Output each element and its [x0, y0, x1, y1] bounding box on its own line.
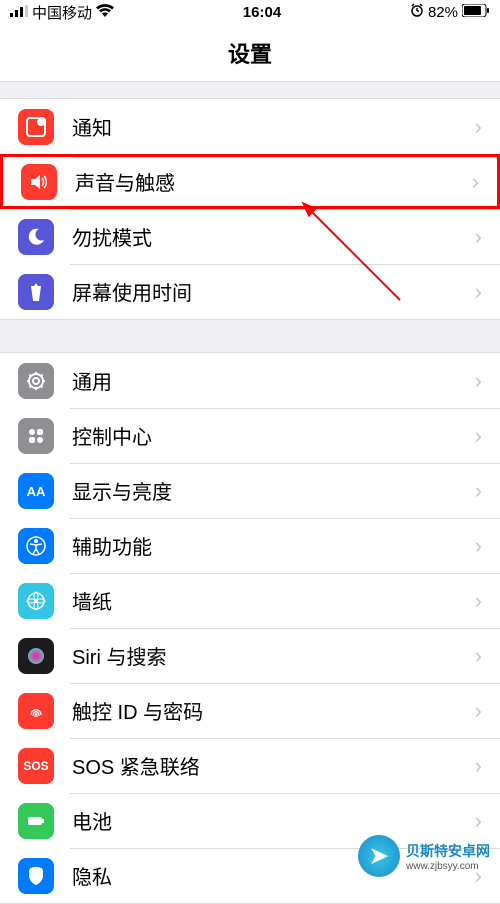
settings-row-label: 通知 — [72, 112, 475, 141]
signal-icon — [10, 4, 28, 21]
status-right: 82% — [410, 3, 490, 21]
accessibility-icon — [18, 528, 54, 564]
battery-icon — [18, 803, 54, 839]
chevron-right-icon: › — [475, 753, 482, 779]
page-title: 设置 — [228, 37, 272, 69]
chevron-right-icon: › — [472, 169, 479, 195]
settings-row-label: 声音与触感 — [75, 167, 472, 196]
wallpaper-icon — [18, 583, 54, 619]
control-center-icon — [18, 418, 54, 454]
settings-row[interactable]: SOS SOS 紧急联络› — [0, 738, 500, 793]
sos-icon: SOS — [18, 748, 54, 784]
battery-text: 82% — [428, 4, 458, 21]
status-time: 16:04 — [243, 4, 281, 21]
chevron-right-icon: › — [475, 808, 482, 834]
carrier-text: 中国移动 — [32, 2, 92, 23]
chevron-right-icon: › — [475, 588, 482, 614]
dnd-icon — [18, 219, 54, 255]
settings-row[interactable]: AA 显示与亮度› — [0, 463, 500, 518]
settings-group: 通用›控制中心›AA显示与亮度›辅助功能›墙纸›Siri 与搜索›触控 ID 与… — [0, 352, 500, 904]
settings-row[interactable]: 通知› — [0, 99, 500, 154]
status-left: 中国移动 — [10, 2, 114, 23]
watermark-badge: ➤ — [358, 835, 400, 877]
settings-row-label: 控制中心 — [72, 421, 475, 450]
settings-row-label: 辅助功能 — [72, 531, 475, 560]
status-bar: 中国移动 16:04 82% — [0, 0, 500, 24]
svg-text:AA: AA — [27, 484, 46, 499]
display-icon: AA — [18, 473, 54, 509]
settings-row-label: 触控 ID 与密码 — [72, 696, 475, 725]
touchid-icon — [18, 693, 54, 729]
screentime-icon — [18, 274, 54, 310]
chevron-right-icon: › — [475, 643, 482, 669]
chevron-right-icon: › — [475, 478, 482, 504]
chevron-right-icon: › — [475, 533, 482, 559]
chevron-right-icon: › — [475, 114, 482, 140]
settings-row-label: SOS 紧急联络 — [72, 751, 475, 780]
sound-icon — [21, 164, 57, 200]
chevron-right-icon: › — [475, 279, 482, 305]
privacy-icon — [18, 858, 54, 894]
watermark-text: 贝斯特安卓网 www.zjbsyy.com — [406, 841, 490, 872]
settings-row-label: 屏幕使用时间 — [72, 277, 475, 306]
settings-row[interactable]: Siri 与搜索› — [0, 628, 500, 683]
chevron-right-icon: › — [475, 698, 482, 724]
settings-row[interactable]: 控制中心› — [0, 408, 500, 463]
settings-row-label: 通用 — [72, 366, 475, 395]
chevron-right-icon: › — [475, 224, 482, 250]
settings-row[interactable]: 墙纸› — [0, 573, 500, 628]
wifi-icon — [96, 4, 114, 21]
battery-icon — [462, 4, 490, 21]
settings-row[interactable]: 声音与触感› — [0, 154, 500, 209]
chevron-right-icon: › — [475, 423, 482, 449]
settings-row[interactable]: 屏幕使用时间› — [0, 264, 500, 319]
siri-icon — [18, 638, 54, 674]
settings-row-label: 电池 — [72, 806, 475, 835]
alarm-icon — [410, 3, 424, 21]
page-header: 设置 — [0, 24, 500, 82]
settings-row-label: 勿扰模式 — [72, 222, 475, 251]
settings-group: 通知›声音与触感›勿扰模式›屏幕使用时间› — [0, 98, 500, 320]
chevron-right-icon: › — [475, 368, 482, 394]
settings-row[interactable]: 通用› — [0, 353, 500, 408]
settings-row[interactable]: 辅助功能› — [0, 518, 500, 573]
settings-row-label: 显示与亮度 — [72, 476, 475, 505]
notification-icon — [18, 109, 54, 145]
settings-row[interactable]: 触控 ID 与密码› — [0, 683, 500, 738]
general-icon — [18, 363, 54, 399]
settings-row-label: 墙纸 — [72, 586, 475, 615]
settings-row[interactable]: 勿扰模式› — [0, 209, 500, 264]
settings-row-label: Siri 与搜索 — [72, 641, 475, 670]
watermark: ➤ 贝斯特安卓网 www.zjbsyy.com — [358, 835, 490, 877]
